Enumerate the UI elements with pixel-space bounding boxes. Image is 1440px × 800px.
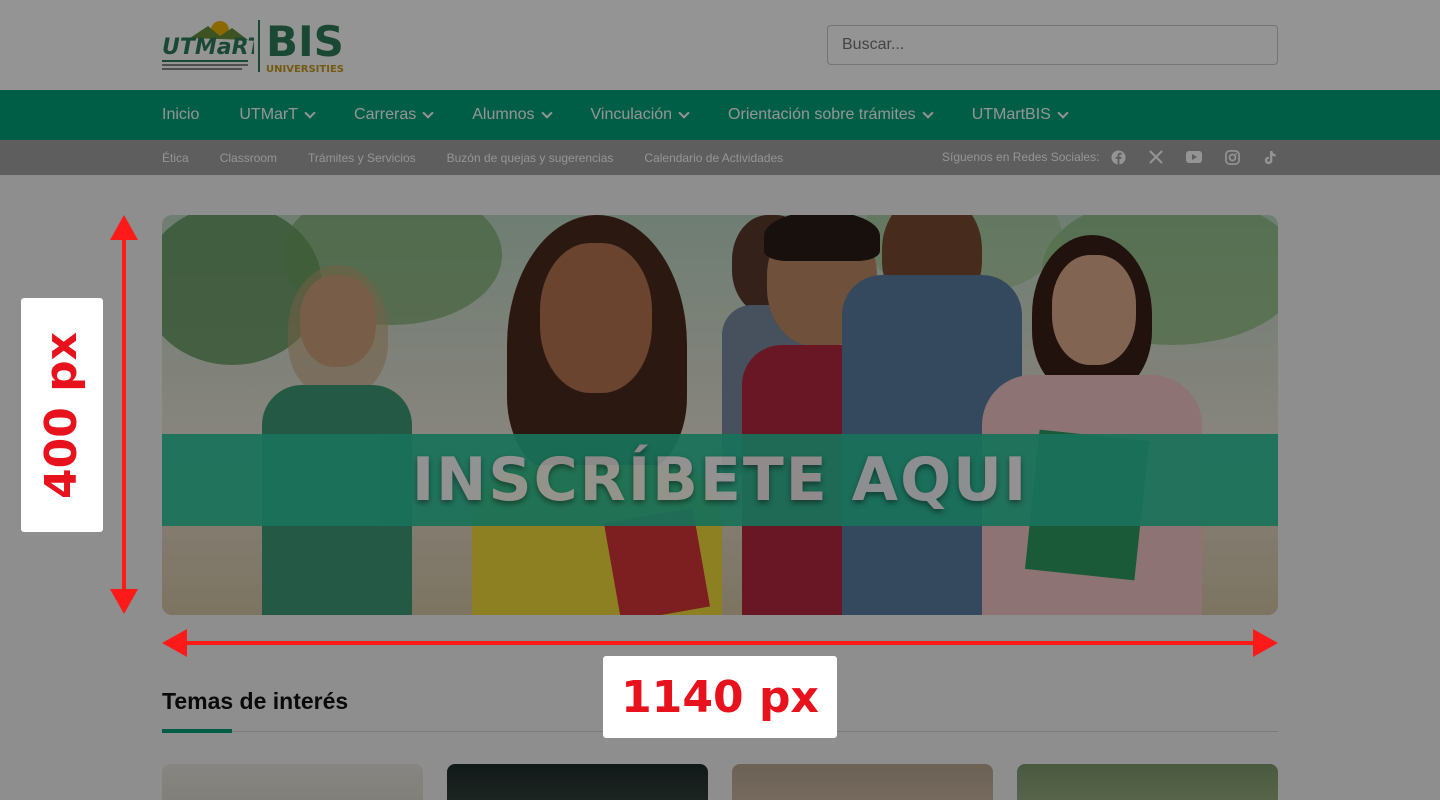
height-annotation-label: 400 px — [21, 298, 103, 532]
width-annotation-label: 1140 px — [603, 656, 837, 738]
